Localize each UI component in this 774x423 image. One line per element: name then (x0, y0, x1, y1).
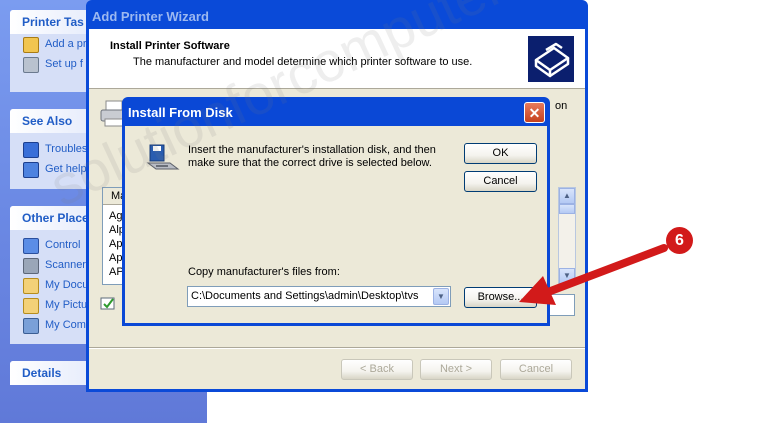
dialog-title-bar[interactable]: Install From Disk (128, 97, 233, 127)
wizard-partial-text: on (555, 100, 568, 112)
link-control-panel-label: Control (45, 239, 81, 251)
folder-icon (23, 278, 39, 294)
control-panel-icon (23, 238, 39, 254)
wizard-title-bar[interactable]: Add Printer Wizard (90, 0, 584, 32)
wizard-cancel-button[interactable]: Cancel (500, 359, 572, 380)
close-icon[interactable]: ✕ (524, 102, 545, 123)
scanner-icon (23, 258, 39, 274)
source-path-combobox[interactable]: C:\Documents and Settings\admin\Desktop\… (187, 286, 451, 307)
ok-button[interactable]: OK (464, 143, 537, 164)
wizard-separator (89, 347, 585, 349)
install-from-disk-dialog: Install From Disk ✕ Insert the manufactu… (122, 97, 550, 326)
dialog-body: Insert the manufacturer's installation d… (125, 126, 547, 323)
wizard-header-title: Install Printer Software (110, 40, 230, 52)
step-number-badge: 6 (666, 227, 693, 254)
pictures-folder-icon (23, 298, 39, 314)
computer-icon (23, 318, 39, 334)
task-add-printer-label: Add a pr (45, 38, 87, 50)
dialog-cancel-button[interactable]: Cancel (464, 171, 537, 192)
dialog-message: Insert the manufacturer's installation d… (188, 144, 436, 169)
wizard-header: Install Printer Software The manufacture… (89, 29, 585, 89)
link-my-computer-label: My Comp (45, 319, 93, 331)
install-disk-icon (146, 143, 182, 173)
help-icon (23, 142, 39, 158)
source-path-value: C:\Documents and Settings\admin\Desktop\… (191, 290, 419, 302)
printer-wizard-logo-icon (527, 35, 575, 83)
back-button[interactable]: < Back (341, 359, 413, 380)
copy-files-label: Copy manufacturer's files from: (188, 266, 340, 278)
link-get-help-label: Get help (45, 163, 87, 175)
link-troubleshoot-label: Troubles (45, 143, 88, 155)
task-setup-fax-label: Set up f (45, 58, 83, 70)
wizard-header-subtitle: The manufacturer and model determine whi… (133, 56, 473, 68)
signed-driver-icon (100, 295, 118, 311)
link-my-documents-label: My Docu (45, 279, 89, 291)
fax-icon (23, 57, 39, 73)
scroll-thumb[interactable] (559, 204, 575, 214)
next-button[interactable]: Next > (420, 359, 492, 380)
link-my-pictures-label: My Pictu (45, 299, 88, 311)
link-scanners-label: Scanner (45, 259, 86, 271)
chevron-down-icon[interactable]: ▼ (433, 288, 449, 305)
model-list-scrollbar[interactable]: ▲ ▼ (558, 187, 576, 285)
scroll-down-icon[interactable]: ▼ (559, 268, 575, 284)
scroll-up-icon[interactable]: ▲ (559, 188, 575, 204)
add-printer-icon (23, 37, 39, 53)
browse-button[interactable]: Browse... (464, 287, 537, 308)
help-book-icon (23, 162, 39, 178)
